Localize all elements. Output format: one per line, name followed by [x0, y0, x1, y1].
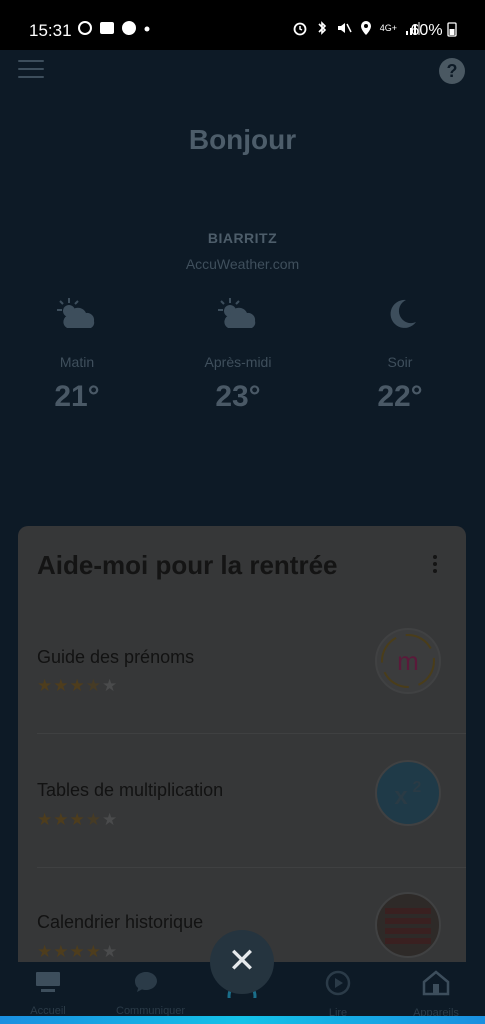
- filled-stars: ★★★: [37, 676, 86, 695]
- nav-devices[interactable]: Appareils: [406, 970, 466, 1019]
- skill-name: Calendrier historique: [37, 912, 204, 932]
- half-star: ★: [85, 810, 102, 829]
- weather-afternoon: Après-midi 23°: [163, 296, 313, 414]
- battery-level: 60%: [411, 21, 457, 40]
- more-options-icon[interactable]: [433, 555, 441, 576]
- play-icon: [325, 970, 351, 996]
- mute-icon: [337, 23, 352, 33]
- svg-text:m: m: [397, 646, 419, 676]
- list-item[interactable]: Guide des prénoms ★★★★★ m: [18, 600, 466, 734]
- filled-stars: ★★★: [37, 810, 86, 829]
- skill-name: Tables de multiplication: [37, 780, 224, 800]
- period-temp: 22°: [377, 380, 423, 413]
- location-icon: [360, 21, 371, 35]
- devices-house-icon: [422, 970, 450, 996]
- hamburger-menu-icon[interactable]: [18, 60, 44, 80]
- help-button[interactable]: ?: [439, 58, 465, 84]
- skill-rating: ★★★★★: [37, 676, 118, 696]
- home-icon: [36, 972, 60, 992]
- skill-name: Guide des prénoms: [37, 647, 195, 667]
- facebook-notification-icon: [122, 21, 136, 35]
- battery-percent: 60%: [410, 22, 443, 39]
- nav-communicate[interactable]: Communiquer: [116, 970, 185, 1017]
- bluetooth-icon: [318, 21, 326, 35]
- battery-icon: [447, 22, 457, 37]
- skill-rating: ★★★★★: [37, 810, 118, 830]
- status-time: 15:31: [29, 21, 72, 40]
- nav-home[interactable]: Accueil: [18, 970, 78, 1017]
- card-title: Aide-moi pour la rentrée: [37, 550, 338, 580]
- close-button[interactable]: ✕: [210, 930, 274, 994]
- period-label: Après-midi: [204, 354, 272, 370]
- sun-cloud-icon: [57, 298, 95, 328]
- filled-stars: ★★★★: [37, 942, 102, 961]
- dot-icon: [144, 26, 150, 32]
- svg-text:x: x: [394, 783, 408, 810]
- half-star: ★: [85, 676, 102, 695]
- moon-icon: [390, 299, 416, 328]
- ring-notification-icon: [100, 22, 114, 34]
- alexa-listening-bar: [0, 1016, 485, 1024]
- skills-card: Aide-moi pour la rentrée Guide des préno…: [18, 526, 466, 986]
- weather-city: BIARRITZ: [207, 230, 278, 246]
- weather-source[interactable]: AccuWeather.com: [0, 256, 485, 272]
- status-bar: 15:31 4G+ 60%: [0, 0, 485, 50]
- list-item[interactable]: Tables de multiplication ★★★★★ x2: [18, 734, 466, 868]
- notification-icons: [77, 20, 151, 36]
- period-label: Soir: [387, 354, 413, 370]
- svg-text:2: 2: [413, 779, 422, 796]
- chat-bubble-icon: [135, 972, 157, 992]
- empty-star: ★: [101, 810, 119, 829]
- period-temp: 23°: [215, 380, 261, 413]
- alarm-icon: [293, 22, 307, 36]
- network-type: 4G+: [379, 23, 397, 33]
- greeting-title: Bonjour: [188, 124, 297, 155]
- sun-cloud-icon: [218, 298, 256, 328]
- calendrier-skill-icon: [375, 892, 441, 958]
- system-icons: 4G+: [292, 20, 421, 36]
- empty-star: ★: [101, 942, 119, 961]
- guide-prenoms-skill-icon: m: [375, 628, 441, 694]
- period-temp: 21°: [54, 380, 100, 413]
- alexa-notification-icon: [78, 21, 92, 35]
- skill-rating: ★★★★★: [37, 942, 118, 962]
- empty-star: ★: [101, 676, 119, 695]
- multiplication-skill-icon: x2: [375, 760, 441, 826]
- nav-play[interactable]: Lire: [308, 970, 368, 1019]
- weather-morning: Matin 21°: [2, 296, 152, 414]
- period-label: Matin: [59, 354, 95, 370]
- weather-evening: Soir 22°: [325, 296, 475, 414]
